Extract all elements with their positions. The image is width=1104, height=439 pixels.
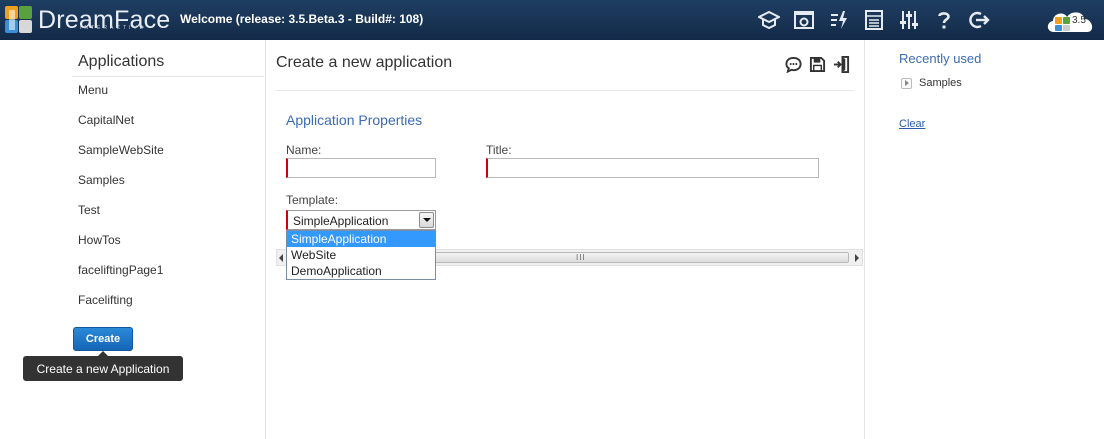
application-item[interactable]: HowTos: [78, 232, 164, 262]
divider: [276, 90, 854, 91]
title-label: Title:: [486, 143, 512, 157]
template-dropdown-list: SimpleApplication WebSite DemoApplicatio…: [286, 230, 436, 280]
application-item[interactable]: Samples: [78, 172, 164, 202]
applications-title: Applications: [78, 53, 165, 70]
settings-panel-icon[interactable]: [792, 8, 816, 32]
recent-item-label: Samples: [919, 77, 962, 89]
sliders-icon[interactable]: [897, 8, 921, 32]
clear-link[interactable]: Clear: [899, 118, 925, 130]
name-field[interactable]: [286, 158, 436, 178]
exit-icon[interactable]: [832, 55, 850, 73]
flash-deploy-icon[interactable]: [827, 8, 851, 32]
application-item[interactable]: SampleWebSite: [78, 142, 164, 172]
recently-used-title: Recently used: [899, 51, 982, 66]
create-tooltip: Create a new Application: [23, 356, 183, 381]
scroll-left-icon[interactable]: [279, 254, 283, 262]
logo-mark-icon: [4, 5, 34, 35]
comment-icon[interactable]: [784, 55, 802, 73]
logo-subtitle: INTERACTIVE: [80, 25, 147, 31]
version-label: 3.5: [1072, 15, 1086, 26]
application-item[interactable]: Menu: [78, 82, 164, 112]
save-icon[interactable]: [808, 55, 826, 73]
page-title: Create a new application: [276, 54, 453, 71]
name-label: Name:: [286, 143, 322, 157]
create-button[interactable]: Create: [73, 327, 133, 351]
panel-actions: [784, 55, 856, 73]
application-item[interactable]: faceliftingPage1: [78, 262, 164, 292]
top-bar: DreamFace INTERACTIVE Welcome (release: …: [0, 0, 1104, 40]
scrollbar-grip: III: [576, 253, 586, 262]
applications-list: Menu CapitalNet SampleWebSite Samples Te…: [78, 82, 164, 322]
application-item[interactable]: Test: [78, 202, 164, 232]
version-badge: 3.5: [1044, 6, 1098, 34]
recent-item[interactable]: Samples: [901, 76, 962, 90]
template-option[interactable]: DemoApplication: [287, 263, 435, 279]
template-selected-value: SimpleApplication: [293, 214, 389, 228]
create-application-panel: Create a new application Application Pro…: [266, 40, 865, 439]
header-toolbar: [757, 8, 991, 32]
recently-used-panel: Recently used Samples Clear: [865, 40, 1104, 439]
document-list-icon[interactable]: [862, 8, 886, 32]
template-label: Template:: [286, 193, 339, 207]
template-option[interactable]: SimpleApplication: [287, 231, 435, 247]
scroll-right-icon[interactable]: [855, 254, 859, 262]
logout-icon[interactable]: [967, 8, 991, 32]
arrow-right-icon: [901, 77, 912, 89]
template-select[interactable]: SimpleApplication: [286, 210, 436, 230]
template-option[interactable]: WebSite: [287, 247, 435, 263]
application-item[interactable]: Facelifting: [78, 292, 164, 322]
cloud-icon: [1047, 12, 1093, 32]
application-item[interactable]: CapitalNet: [78, 112, 164, 142]
graduation-cap-icon[interactable]: [757, 8, 781, 32]
title-field[interactable]: [486, 158, 819, 178]
applications-panel: Applications Menu CapitalNet SampleWebSi…: [0, 40, 266, 439]
welcome-text: Welcome (release: 3.5.Beta.3 - Build#: 1…: [180, 12, 424, 26]
help-icon[interactable]: [932, 8, 956, 32]
section-title: Application Properties: [286, 112, 423, 128]
divider: [72, 76, 264, 77]
chevron-down-icon[interactable]: [419, 212, 434, 228]
